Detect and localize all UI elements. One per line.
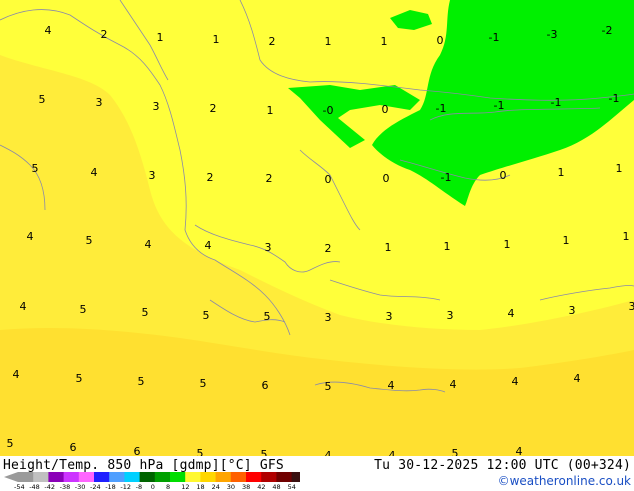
credit-link[interactable]: ©weatheronline.co.uk <box>498 474 631 488</box>
scale-swatch <box>231 472 247 482</box>
scale-swatch <box>200 472 216 482</box>
scale-swatch <box>246 472 262 482</box>
temperature-value: 3 <box>265 241 272 254</box>
temperature-value: 5 <box>39 93 46 106</box>
temperature-value: 1 <box>504 238 511 251</box>
temperature-value: 5 <box>138 375 145 388</box>
temperature-value: 3 <box>96 96 103 109</box>
scale-swatch <box>155 472 171 482</box>
temperature-value: -3 <box>547 28 558 41</box>
temperature-value: 4 <box>45 24 52 37</box>
scale-swatch <box>64 472 80 482</box>
scale-swatch <box>170 472 186 482</box>
temperature-value: 3 <box>629 300 634 313</box>
scale-swatch <box>292 472 300 482</box>
temperature-value: 5 <box>76 372 83 385</box>
temperature-value: -1 <box>551 96 562 109</box>
temperature-value: -0 <box>323 104 334 117</box>
temperature-value: 3 <box>153 100 160 113</box>
temperature-value: 4 <box>450 378 457 391</box>
temperature-value: 5 <box>264 310 271 323</box>
temperature-value: 3 <box>386 310 393 323</box>
temperature-value: 1 <box>213 33 220 46</box>
temperature-value: 0 <box>325 173 332 186</box>
scale-swatch <box>261 472 277 482</box>
temperature-value: 6 <box>262 379 269 392</box>
temperature-value: 5 <box>142 306 149 319</box>
temperature-value: 4 <box>388 379 395 392</box>
scale-swatch <box>94 472 110 482</box>
temperature-value: -1 <box>494 99 505 112</box>
temperature-value: 1 <box>385 241 392 254</box>
temperature-value: 2 <box>269 35 276 48</box>
temperature-value: 1 <box>558 166 565 179</box>
temperature-value: 3 <box>149 169 156 182</box>
scale-swatch <box>276 472 292 482</box>
scale-swatch <box>79 472 95 482</box>
temperature-value: 5 <box>203 309 210 322</box>
temperature-value: 2 <box>101 28 108 41</box>
temperature-value: 0 <box>383 172 390 185</box>
temperature-value: 2 <box>207 171 214 184</box>
temperature-value: 5 <box>261 448 268 456</box>
temperature-value: 1 <box>157 31 164 44</box>
temperature-value: 2 <box>266 172 273 185</box>
valid-time: Tu 30-12-2025 12:00 UTC (00+324) <box>374 458 631 473</box>
temperature-value: 1 <box>616 162 623 175</box>
temperature-value: 1 <box>563 234 570 247</box>
scale-swatch <box>185 472 201 482</box>
temperature-value: 6 <box>70 441 77 454</box>
temperature-value: 1 <box>325 35 332 48</box>
temperature-value: 1 <box>381 35 388 48</box>
temperature-value: 4 <box>91 166 98 179</box>
temperature-value: 4 <box>325 449 332 456</box>
temperature-value: 1 <box>623 230 630 243</box>
temperature-value: 4 <box>389 449 396 456</box>
scale-swatch <box>48 472 64 482</box>
temperature-value: 4 <box>508 307 515 320</box>
temperature-value: 5 <box>452 447 459 456</box>
temperature-value: 3 <box>447 309 454 322</box>
temperature-value: -1 <box>436 102 447 115</box>
temperature-value: 4 <box>205 239 212 252</box>
temperature-value: 4 <box>574 372 581 385</box>
scale-swatch <box>33 472 49 482</box>
temperature-value: 3 <box>325 311 332 324</box>
temperature-value: 6 <box>134 445 141 456</box>
scale-swatch <box>124 472 140 482</box>
temperature-value: 4 <box>145 238 152 251</box>
temperature-value: 2 <box>325 242 332 255</box>
temperature-value: 3 <box>569 304 576 317</box>
map-title: Height/Temp. 850 hPa [gdmp][°C] GFS <box>3 458 284 473</box>
temperature-value: 4 <box>13 368 20 381</box>
temperature-value: 0 <box>437 34 444 47</box>
temperature-value: -2 <box>602 24 613 37</box>
scale-swatch <box>216 472 232 482</box>
temperature-value: 4 <box>27 230 34 243</box>
temperature-value: 5 <box>7 437 14 450</box>
temperature-value: 1 <box>444 240 451 253</box>
scale-swatch <box>140 472 156 482</box>
scale-arrow-left <box>4 472 18 482</box>
weather-map: 4 2 1 1 2 1 1 0 -1 -3 -2 5 3 3 2 1 -0 0 -1 -1 -1 -1 5 4 3 2 2 0 0 -1 0… <box>0 0 634 456</box>
temperature-value: 4 <box>516 445 523 456</box>
temperature-value: 4 <box>512 375 519 388</box>
temperature-value: 5 <box>325 380 332 393</box>
temperature-value: 4 <box>20 300 27 313</box>
temperature-value: -1 <box>609 92 620 105</box>
temperature-value: -1 <box>489 31 500 44</box>
temperature-value: 0 <box>500 169 507 182</box>
temperature-value: 5 <box>86 234 93 247</box>
temperature-value: -1 <box>441 171 452 184</box>
temperature-value: 2 <box>210 102 217 115</box>
temperature-value: 5 <box>32 162 39 175</box>
temperature-value: 5 <box>80 303 87 316</box>
temperature-value: 0 <box>382 103 389 116</box>
scale-swatch <box>109 472 125 482</box>
scale-swatch <box>18 472 34 482</box>
temperature-value: 5 <box>200 377 207 390</box>
temperature-value: 1 <box>267 104 274 117</box>
temperature-value: 5 <box>197 447 204 456</box>
